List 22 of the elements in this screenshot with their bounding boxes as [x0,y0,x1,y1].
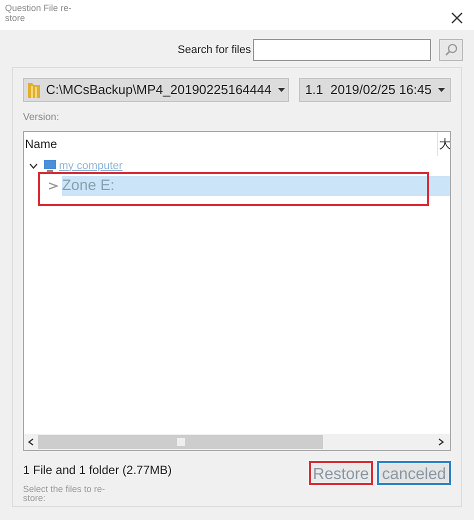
caret-icon [438,88,445,92]
grip-icon [176,438,184,446]
horizontal-scrollbar[interactable] [24,434,450,450]
column-header[interactable]: Name [24,132,438,156]
close-button[interactable] [450,11,464,25]
summary-text: 1 File and 1 folder (2.77MB) [23,462,172,479]
search-label: Search for files [178,42,251,58]
expand-icon[interactable] [46,182,60,190]
search-field[interactable] [253,39,431,61]
path-dropdown[interactable]: C:\MCsBackup\MP4_20190225164444 [23,78,290,102]
folder-icon [27,81,41,99]
scroll-right-icon[interactable] [438,438,444,446]
hint-text: Select the files to re-store: [23,485,106,503]
version-label: Version: [23,111,60,125]
search-icon [444,43,458,57]
scrollbar-thumb[interactable] [38,435,323,449]
window-title: Question File re-store [5,3,73,23]
computer-icon [43,160,57,172]
search-button[interactable] [439,39,463,61]
caret-icon [278,88,286,92]
scroll-left-icon[interactable] [28,438,34,446]
version-dropdown[interactable]: 1.1 2019/02/25 16:45 [299,78,451,102]
